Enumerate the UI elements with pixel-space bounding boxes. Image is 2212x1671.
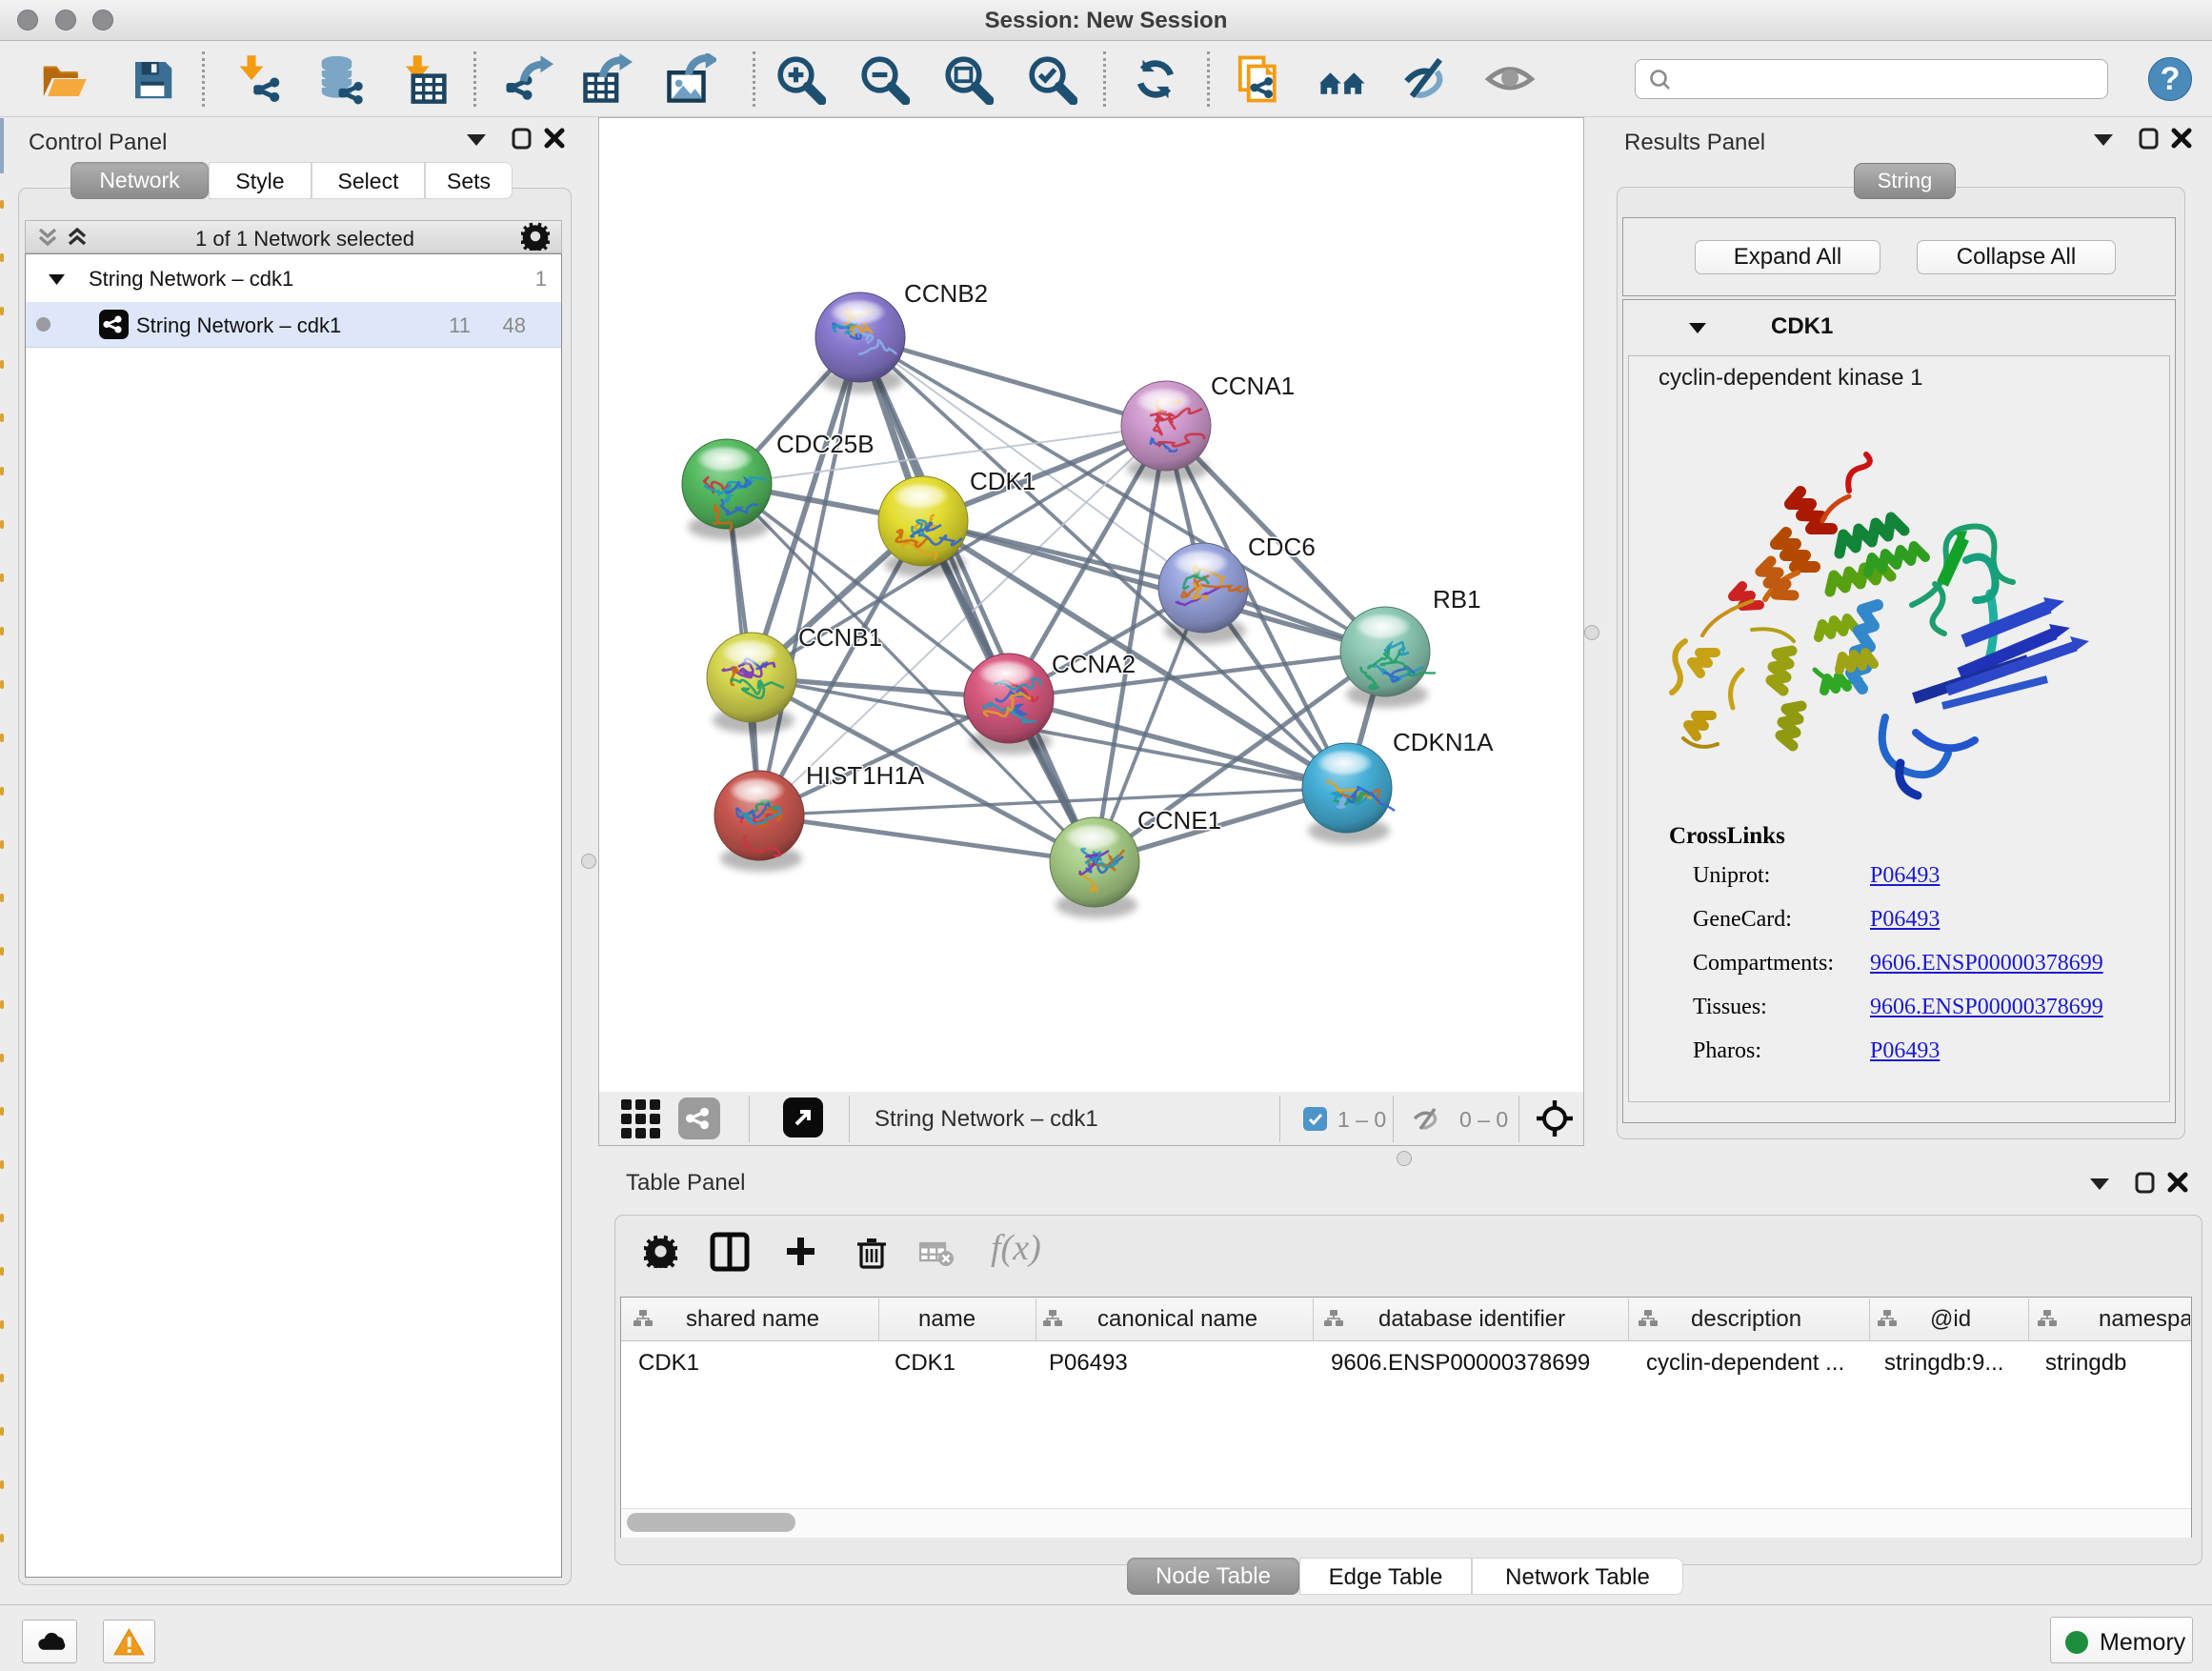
svg-text:CCNB2: CCNB2 xyxy=(904,279,988,308)
svg-text:CCNB1: CCNB1 xyxy=(798,623,882,652)
svg-text:CDC25B: CDC25B xyxy=(776,430,875,458)
svg-text:CDC6: CDC6 xyxy=(1248,533,1316,561)
svg-text:CCNA2: CCNA2 xyxy=(1052,650,1136,678)
svg-text:CCNA1: CCNA1 xyxy=(1211,372,1295,400)
svg-text:CCNE1: CCNE1 xyxy=(1137,806,1221,835)
svg-text:CDKN1A: CDKN1A xyxy=(1393,728,1494,756)
svg-text:HIST1H1A: HIST1H1A xyxy=(806,761,925,790)
svg-text:RB1: RB1 xyxy=(1433,585,1481,614)
svg-text:CDK1: CDK1 xyxy=(970,467,1036,495)
